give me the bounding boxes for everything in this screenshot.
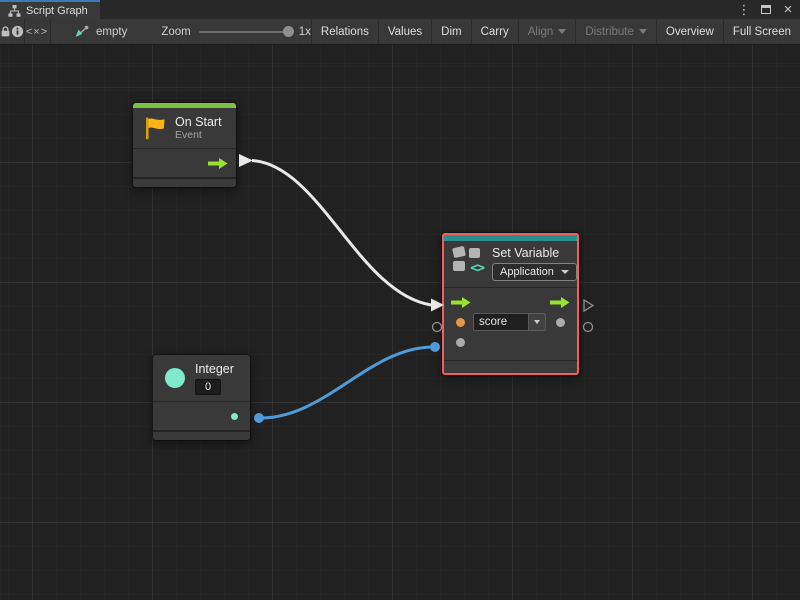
- set-variable-header: <> Set Variable Application: [444, 241, 577, 287]
- graph-toolbar: <×> empty Zoom 1x Relations Values Dim C…: [0, 19, 800, 45]
- dim-button[interactable]: Dim: [431, 19, 470, 44]
- node-title: On Start: [175, 115, 222, 129]
- distribute-label: Distribute: [585, 26, 634, 38]
- align-button[interactable]: Align: [518, 19, 576, 44]
- variable-name-dropdown-button[interactable]: [528, 313, 546, 331]
- values-button[interactable]: Values: [378, 19, 431, 44]
- variables-icon: <>: [452, 246, 484, 274]
- close-icon[interactable]: ×: [780, 2, 796, 18]
- relations-button[interactable]: Relations: [311, 19, 378, 44]
- graph-pointer-icon: [74, 25, 89, 38]
- inspect-button[interactable]: [11, 19, 24, 44]
- lock-icon: [0, 25, 11, 38]
- graph-pointer[interactable]: empty: [74, 19, 127, 44]
- chevron-down-icon: [534, 320, 540, 324]
- set-variable-titles: Set Variable Application: [492, 246, 577, 281]
- value-input-port[interactable]: [456, 338, 465, 347]
- value-wire-start-dot[interactable]: [254, 413, 264, 423]
- node-on-start[interactable]: On Start Event: [133, 103, 236, 187]
- tab-script-graph[interactable]: Script Graph: [0, 0, 100, 19]
- carry-button[interactable]: Carry: [471, 19, 518, 44]
- value-wire[interactable]: [259, 347, 432, 418]
- node-title: Integer: [195, 362, 234, 376]
- set-variable-port-rows: score: [444, 288, 577, 360]
- flow-output-port[interactable]: [208, 158, 228, 169]
- unconnected-input-circle[interactable]: [433, 323, 442, 332]
- unconnected-flow-triangle[interactable]: [584, 300, 593, 311]
- chevron-down-icon: [639, 29, 647, 34]
- value-output-port[interactable]: [231, 413, 238, 420]
- variable-name-input-port[interactable]: [456, 318, 465, 327]
- code-view-button[interactable]: <×>: [24, 19, 49, 44]
- integer-titles: Integer 0: [195, 362, 234, 395]
- node-integer[interactable]: Integer 0: [153, 355, 250, 440]
- zoom-label: Zoom: [161, 26, 190, 38]
- flow-output-port[interactable]: [550, 297, 570, 308]
- flow-wire-start-arrow[interactable]: [239, 154, 253, 167]
- info-icon: [11, 25, 24, 38]
- on-start-header: On Start Event: [133, 108, 236, 148]
- maximize-box: [761, 5, 771, 14]
- variable-scope-dropdown[interactable]: Application: [492, 263, 577, 281]
- carry-label: Carry: [481, 26, 509, 38]
- flow-input-port[interactable]: [451, 297, 471, 308]
- on-start-port-row: [133, 149, 236, 177]
- flag-icon: [143, 116, 166, 141]
- integer-header: Integer 0: [153, 355, 250, 401]
- dim-label: Dim: [441, 26, 461, 38]
- node-set-variable[interactable]: <> Set Variable Application: [442, 233, 579, 375]
- node-subtitle: Event: [175, 129, 222, 141]
- zoom-slider[interactable]: [199, 31, 291, 33]
- graph-hierarchy-icon: [8, 5, 21, 17]
- variable-name-value[interactable]: score: [473, 313, 528, 331]
- node-footer: [444, 361, 577, 373]
- fullscreen-label: Full Screen: [733, 26, 791, 38]
- flow-wire[interactable]: [252, 161, 431, 306]
- script-graph-window: Script Graph ⋮ × <×>: [0, 0, 800, 600]
- code-angle-icon: <×>: [26, 26, 48, 38]
- fallback-value-row: [444, 332, 577, 352]
- graph-canvas[interactable]: On Start Event Integer 0: [0, 45, 800, 600]
- node-footer: [133, 179, 236, 187]
- graph-pointer-label: empty: [96, 26, 127, 38]
- overview-label: Overview: [666, 26, 714, 38]
- overview-button[interactable]: Overview: [656, 19, 723, 44]
- maximize-icon[interactable]: [758, 2, 774, 18]
- values-label: Values: [388, 26, 422, 38]
- lock-button[interactable]: [0, 19, 11, 44]
- integer-type-icon: [165, 368, 185, 388]
- scope-label: Application: [500, 266, 554, 278]
- relations-label: Relations: [321, 26, 369, 38]
- fullscreen-button[interactable]: Full Screen: [723, 19, 800, 44]
- value-wire-end-dot[interactable]: [430, 342, 440, 352]
- unconnected-output-circle[interactable]: [584, 323, 593, 332]
- value-output-port[interactable]: [556, 318, 565, 327]
- toolbar-buttons: Relations Values Dim Carry Align Distrib…: [311, 19, 800, 44]
- tab-label: Script Graph: [26, 5, 88, 17]
- window-controls: ⋮ ×: [736, 0, 796, 19]
- on-start-titles: On Start Event: [175, 115, 222, 141]
- tab-bar: Script Graph ⋮ ×: [0, 0, 800, 19]
- chevron-down-icon: [558, 29, 566, 34]
- wire-layer: [0, 45, 800, 600]
- node-footer: [153, 432, 250, 440]
- align-label: Align: [528, 26, 554, 38]
- node-title: Set Variable: [492, 246, 577, 260]
- integer-value-input[interactable]: 0: [195, 379, 221, 395]
- zoom-value: 1x: [299, 26, 311, 38]
- chevron-down-icon: [561, 270, 569, 274]
- variable-name-field[interactable]: score: [473, 313, 546, 331]
- flow-port-row: [444, 292, 577, 312]
- kebab-menu-icon[interactable]: ⋮: [736, 2, 752, 18]
- distribute-button[interactable]: Distribute: [575, 19, 656, 44]
- variable-name-row: score: [444, 312, 577, 332]
- integer-port-row: [153, 402, 250, 430]
- zoom-slider-knob[interactable]: [283, 26, 294, 37]
